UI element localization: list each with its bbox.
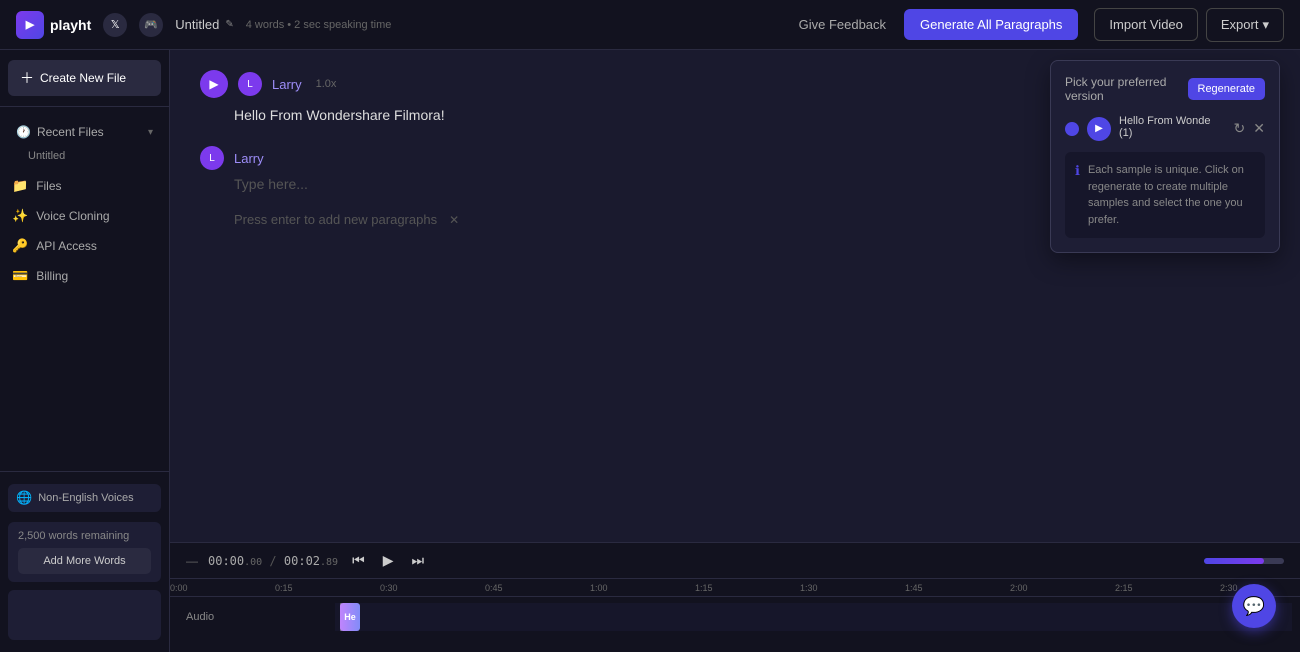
ruler-mark: 0:15 — [275, 583, 293, 593]
voice-speed-1: 1.0x — [316, 78, 337, 90]
sidebar-nav: 🕐 Recent Files ▾ Untitled 📁 Files ✨ Voic… — [0, 107, 169, 471]
sidebar-item-billing[interactable]: 💳 Billing — [0, 261, 169, 291]
transport-current-time: 00:00.00 / 00:02.89 — [208, 554, 338, 568]
sidebar: ＋ Create New File 🕐 Recent Files ▾ Untit… — [0, 50, 170, 652]
sidebar-item-api-access[interactable]: 🔑 API Access — [0, 231, 169, 261]
popup-title: Pick your preferred version — [1065, 75, 1188, 103]
timeline-track: Audio He — [170, 597, 1300, 637]
ruler-mark: 1:45 — [905, 583, 923, 593]
voice-avatar-1: L — [238, 72, 262, 96]
edit-icon[interactable]: ✎ — [225, 19, 233, 30]
voice-avatar-2: L — [200, 146, 224, 170]
popup-close-icon[interactable]: ✕ — [1253, 120, 1265, 137]
export-button[interactable]: Export ▾ — [1206, 8, 1284, 42]
word-count: 4 words • 2 sec speaking time — [246, 19, 392, 31]
generate-button[interactable]: Generate All Paragraphs — [904, 9, 1078, 40]
content-area: ▶ L Larry 1.0x Hello From Wondershare Fi… — [170, 50, 1300, 652]
sidebar-item-voice-cloning[interactable]: ✨ Voice Cloning — [0, 201, 169, 231]
volume-slider[interactable] — [1204, 558, 1284, 564]
timeline-ruler: 0:00 0:15 0:30 0:45 1:00 1:15 1:30 1:45 2:00 2:15… — [170, 579, 1300, 597]
sidebar-bottom: 🌐 Non-English Voices 2,500 words remaini… — [0, 471, 169, 652]
folder-icon: 📁 — [12, 178, 28, 194]
sidebar-avatar — [8, 590, 161, 640]
feedback-button[interactable]: Give Feedback — [789, 11, 896, 38]
chevron-down-icon: ▾ — [1262, 17, 1269, 33]
voice-cloning-icon: ✨ — [12, 208, 28, 224]
popup-header: Pick your preferred version Regenerate — [1065, 75, 1265, 103]
globe-icon: 🌐 — [16, 490, 32, 506]
add-more-words-button[interactable]: Add More Words — [18, 548, 151, 574]
ruler-mark: 0:45 — [485, 583, 503, 593]
transport-controls: — 00:00.00 / 00:02.89 ⏮ ▶ ⏭ — [170, 543, 1300, 579]
ruler-mark: 1:15 — [695, 583, 713, 593]
voice-name-2[interactable]: Larry — [234, 151, 264, 166]
create-new-file-button[interactable]: ＋ Create New File — [8, 60, 161, 96]
bottom-bar: — 00:00.00 / 00:02.89 ⏮ ▶ ⏭ 0:00 0:15 0:30… — [170, 542, 1300, 652]
voice-name-1[interactable]: Larry — [272, 77, 302, 92]
ruler-mark: 1:00 — [590, 583, 608, 593]
plus-icon: ＋ — [20, 68, 34, 88]
key-icon: 🔑 — [12, 238, 28, 254]
sidebar-item-files[interactable]: 📁 Files — [0, 171, 169, 201]
popup-regenerate-button[interactable]: Regenerate — [1188, 78, 1266, 100]
ruler-mark: 1:30 — [800, 583, 818, 593]
version-picker-popup: Pick your preferred version Regenerate ▶… — [1050, 60, 1280, 253]
timeline: 0:00 0:15 0:30 0:45 1:00 1:15 1:30 1:45 2:00 2:15… — [170, 579, 1300, 652]
file-name: Untitled — [175, 17, 219, 32]
skip-back-button[interactable]: ⏮ — [348, 550, 369, 571]
track-label: Audio — [170, 611, 335, 623]
ruler-mark: 2:00 — [1010, 583, 1028, 593]
recent-files-header[interactable]: 🕐 Recent Files ▾ — [8, 119, 161, 145]
ruler-mark: 2:30 — [1220, 583, 1238, 593]
topbar: ▶ playht 𝕏 🎮 Untitled ✎ 4 words • 2 sec … — [0, 0, 1300, 50]
editor-area[interactable]: ▶ L Larry 1.0x Hello From Wondershare Fi… — [170, 50, 1300, 542]
popup-play-button[interactable]: ▶ — [1087, 117, 1111, 141]
play-main-button[interactable]: ▶ — [379, 550, 398, 571]
popup-info-text: Each sample is unique. Click on regenera… — [1088, 162, 1255, 228]
track-content: He — [335, 603, 1292, 631]
billing-icon: 💳 — [12, 268, 28, 284]
chat-button[interactable]: 💬 — [1232, 584, 1276, 628]
popup-radio[interactable] — [1065, 122, 1079, 136]
main-layout: ＋ Create New File 🕐 Recent Files ▾ Untit… — [0, 50, 1300, 652]
volume-fill — [1204, 558, 1264, 564]
ruler-mark: 0:30 — [380, 583, 398, 593]
ruler-mark: 2:15 — [1115, 583, 1133, 593]
topbar-right: Give Feedback Generate All Paragraphs Im… — [789, 8, 1284, 42]
popup-sample-label: Hello From Wonde (1) — [1119, 115, 1226, 139]
close-hint-button[interactable]: ✕ — [449, 213, 459, 227]
chevron-icon: ▾ — [148, 127, 153, 138]
recent-files-label: 🕐 Recent Files — [16, 125, 104, 139]
words-count: 2,500 words remaining — [18, 530, 151, 542]
words-remaining-panel: 2,500 words remaining Add More Words — [8, 522, 161, 582]
clock-icon: 🕐 — [16, 125, 31, 139]
ruler-mark: 0:00 — [170, 583, 188, 593]
discord-icon[interactable]: 🎮 — [139, 13, 163, 37]
paragraph-play-button-1[interactable]: ▶ — [200, 70, 228, 98]
sidebar-top: ＋ Create New File — [0, 50, 169, 107]
logo: ▶ playht — [16, 11, 91, 39]
import-button[interactable]: Import Video — [1094, 8, 1197, 41]
info-icon: ℹ — [1075, 163, 1080, 179]
popup-info: ℹ Each sample is unique. Click on regene… — [1065, 152, 1265, 238]
logo-icon: ▶ — [16, 11, 44, 39]
topbar-left: ▶ playht 𝕏 🎮 Untitled ✎ 4 words • 2 sec … — [16, 11, 391, 39]
recent-file-item[interactable]: Untitled — [8, 145, 161, 167]
popup-reload-icon[interactable]: ↻ — [1234, 120, 1246, 137]
audio-clip[interactable]: He — [340, 603, 360, 631]
logo-text: playht — [50, 17, 91, 33]
transport-dash: — — [186, 554, 198, 568]
non-english-voices[interactable]: 🌐 Non-English Voices — [8, 484, 161, 512]
recent-files-section: 🕐 Recent Files ▾ Untitled — [0, 115, 169, 171]
twitter-icon[interactable]: 𝕏 — [103, 13, 127, 37]
popup-sample: ▶ Hello From Wonde (1) ↻ ✕ — [1065, 115, 1265, 142]
skip-forward-button[interactable]: ⏭ — [407, 550, 428, 571]
file-info: Untitled ✎ — [175, 17, 233, 32]
